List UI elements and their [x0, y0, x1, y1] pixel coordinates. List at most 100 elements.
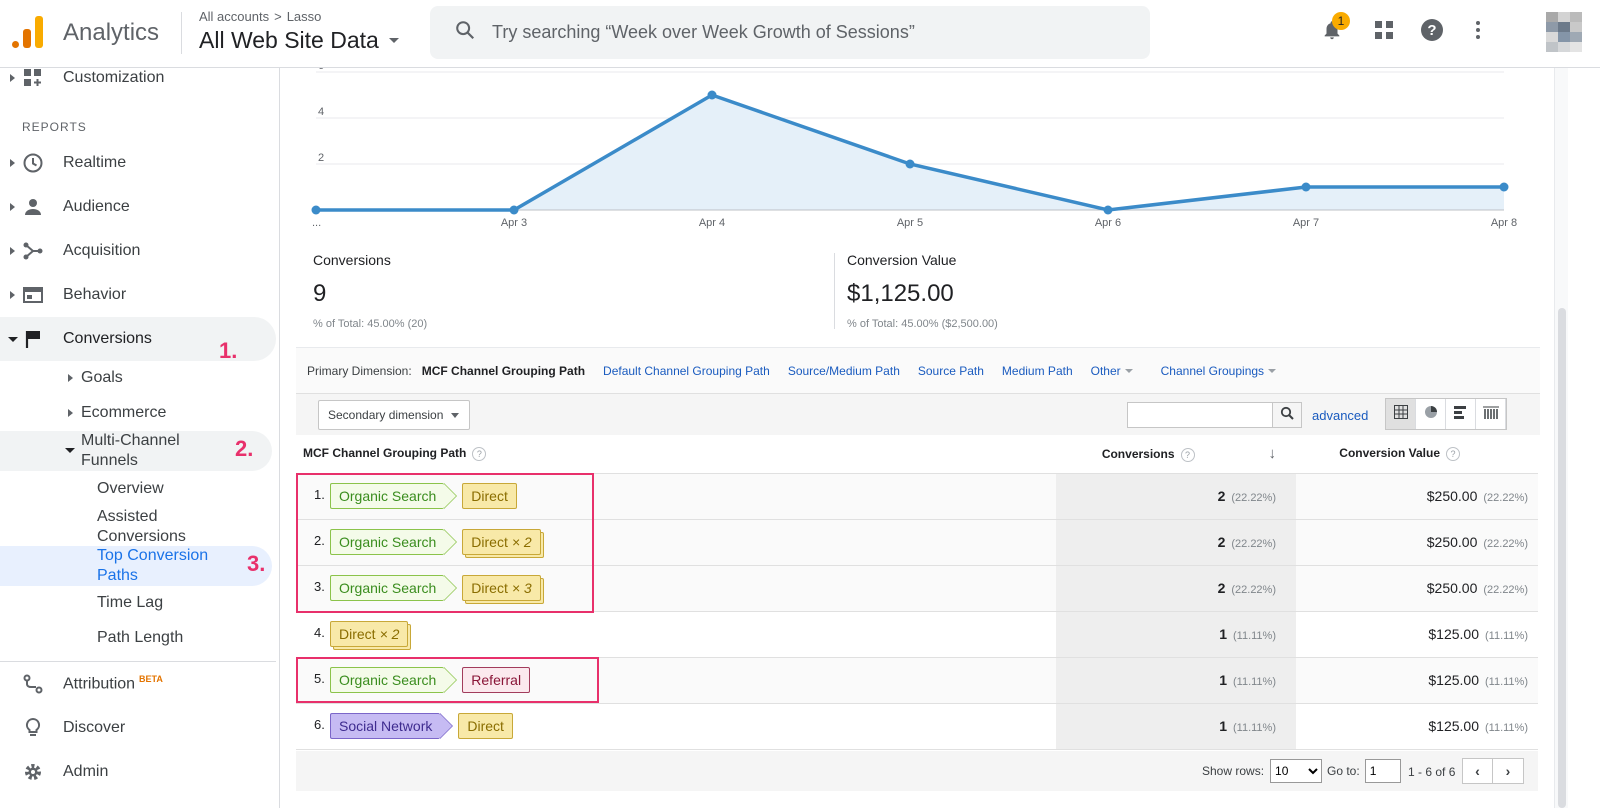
column-header-conversion-value[interactable]: Conversion Value? — [1296, 435, 1538, 474]
expand-arrow-icon — [68, 409, 73, 417]
next-page-button[interactable]: › — [1493, 759, 1523, 783]
metric-label: Conversions — [313, 252, 391, 268]
data-point[interactable] — [905, 159, 915, 169]
expand-arrow-icon — [10, 203, 15, 211]
show-rows-select[interactable]: 10 — [1270, 759, 1323, 783]
x-tick-label: Apr 3 — [501, 217, 527, 229]
sidebar-item-label: Discover — [63, 719, 126, 736]
apps-button[interactable] — [1370, 18, 1398, 46]
sidebar-item-audience[interactable]: Audience — [0, 185, 276, 229]
comparison-view-button[interactable] — [1476, 399, 1506, 429]
primary-dimension-bar: Primary Dimension: MCF Channel Grouping … — [296, 347, 1540, 393]
sidebar-item-overview[interactable]: Overview — [97, 479, 164, 499]
sidebar-item-behavior[interactable]: Behavior — [0, 273, 276, 317]
pie-chart-icon — [1424, 405, 1438, 424]
table-filter-input[interactable] — [1127, 402, 1273, 428]
avatar[interactable] — [1546, 12, 1582, 52]
conversion-value-cell: $125.00 (11.11%) — [1296, 611, 1538, 658]
advanced-filter-link[interactable]: advanced — [1312, 408, 1368, 423]
help-button[interactable]: ? — [1418, 18, 1446, 46]
conversion-value-cell: $125.00 (11.11%) — [1296, 657, 1538, 704]
table-filter-button[interactable] — [1272, 402, 1302, 428]
previous-page-button[interactable]: ‹ — [1463, 759, 1493, 783]
customization-icon — [23, 68, 43, 88]
view-selector[interactable]: All Web Site Data — [199, 27, 399, 54]
data-point[interactable] — [1301, 182, 1311, 192]
sidebar-item-realtime[interactable]: Realtime — [0, 141, 276, 185]
data-point[interactable] — [1499, 182, 1509, 192]
behavior-icon — [23, 285, 43, 305]
metric-conversion-value: Conversion Value $1,125.00 % of Total: 4… — [847, 252, 998, 330]
sidebar-item-attribution[interactable]: Attribution BETA — [0, 662, 276, 706]
sidebar-item-discover[interactable]: Discover — [0, 706, 276, 750]
channel-chip-social: Social Network — [330, 713, 454, 739]
dimension-channel-groupings-dropdown[interactable]: Channel Groupings — [1161, 364, 1277, 378]
chevron-right-icon: › — [1505, 763, 1511, 779]
expand-arrow-icon — [10, 291, 15, 299]
apps-grid-icon — [1374, 20, 1394, 45]
sidebar-item-assisted-conversions[interactable]: Assisted Conversions — [97, 507, 207, 547]
dimension-source-path[interactable]: Source Path — [918, 364, 984, 378]
sidebar-item-admin[interactable]: Admin — [0, 750, 276, 794]
dimension-default-channel-grouping-path[interactable]: Default Channel Grouping Path — [603, 364, 770, 378]
help-icon[interactable]: ? — [1180, 448, 1195, 463]
sidebar-item-acquisition[interactable]: Acquisition — [0, 229, 276, 273]
metric-value: $1,125.00 — [847, 280, 954, 307]
data-point[interactable] — [1103, 205, 1113, 215]
sidebar-item-time-lag[interactable]: Time Lag — [97, 593, 163, 613]
column-header-conversions[interactable]: Conversions? ↓ — [1056, 435, 1296, 474]
data-point[interactable] — [707, 90, 717, 100]
header-divider — [181, 12, 182, 54]
sidebar-item-ecommerce[interactable]: Ecommerce — [81, 403, 166, 423]
search-input[interactable] — [492, 22, 1092, 43]
sidebar-item-path-length[interactable]: Path Length — [97, 628, 183, 648]
table-row: 6. Social Network Direct 1 (11.11%) $125.00 (1… — [296, 703, 1538, 750]
pie-view-button[interactable] — [1416, 399, 1446, 429]
acquisition-icon — [23, 241, 43, 261]
performance-view-button[interactable] — [1446, 399, 1476, 429]
breadcrumb-account[interactable]: Lasso — [287, 9, 322, 24]
expand-arrow-icon — [10, 159, 15, 167]
row-number: 4. — [314, 625, 325, 641]
data-point[interactable] — [311, 205, 321, 215]
table-view-switcher — [1385, 398, 1507, 430]
sidebar-item-multi-channel-funnels[interactable]: Multi-Channel Funnels — [81, 431, 211, 471]
x-tick-label: Apr 8 — [1491, 217, 1517, 229]
more-options-button[interactable] — [1464, 18, 1492, 46]
notifications-button[interactable]: 1 — [1318, 12, 1350, 46]
search-icon — [1280, 406, 1294, 425]
help-icon[interactable]: ? — [1446, 447, 1460, 462]
sort-arrow-down-icon[interactable]: ↓ — [1269, 445, 1277, 462]
dimension-source-medium-path[interactable]: Source/Medium Path — [788, 364, 900, 378]
metric-divider — [834, 253, 835, 329]
collapse-arrow-icon — [8, 336, 18, 342]
breadcrumb-all-accounts[interactable]: All accounts — [199, 9, 269, 24]
column-header-path[interactable]: MCF Channel Grouping Path? — [296, 435, 1056, 474]
search-bar[interactable] — [430, 6, 1150, 59]
metric-value: 9 — [313, 280, 327, 307]
notification-badge: 1 — [1332, 12, 1350, 30]
row-number: 6. — [314, 717, 325, 733]
chevron-down-icon — [451, 413, 459, 418]
scrollbar-thumb[interactable] — [1558, 308, 1566, 808]
line-chart: 2 4 6... Apr 3 Apr 4 Apr 5 Apr 6 Apr 7 Apr 8 — [311, 60, 1517, 229]
sidebar: Customization REPORTS Realtime Audience … — [0, 68, 280, 808]
secondary-dimension-dropdown[interactable]: Secondary dimension — [318, 400, 470, 430]
analytics-logo[interactable] — [12, 16, 44, 48]
collapse-arrow-icon — [65, 448, 75, 453]
dimension-medium-path[interactable]: Medium Path — [1002, 364, 1073, 378]
sidebar-item-goals[interactable]: Goals — [81, 368, 123, 388]
show-rows-label: Show rows: — [1202, 764, 1265, 778]
page-scrollbar[interactable] — [1554, 68, 1568, 808]
series-area — [316, 95, 1504, 210]
help-icon[interactable]: ? — [472, 447, 487, 462]
path-cell: 4. Direct × 2 — [296, 611, 1056, 658]
metric-conversions: Conversions 9 % of Total: 45.00% (20) — [313, 252, 427, 330]
goto-page-input[interactable] — [1364, 759, 1401, 783]
data-table-view-button[interactable] — [1386, 399, 1416, 429]
sidebar-item-top-conversion-paths[interactable]: Top Conversion Paths — [97, 546, 227, 586]
dimension-other-dropdown[interactable]: Other — [1091, 364, 1133, 378]
sidebar-item-customization[interactable]: Customization — [0, 68, 276, 100]
conversion-value-cell: $250.00 (22.22%) — [1296, 565, 1538, 612]
data-point[interactable] — [509, 205, 519, 215]
